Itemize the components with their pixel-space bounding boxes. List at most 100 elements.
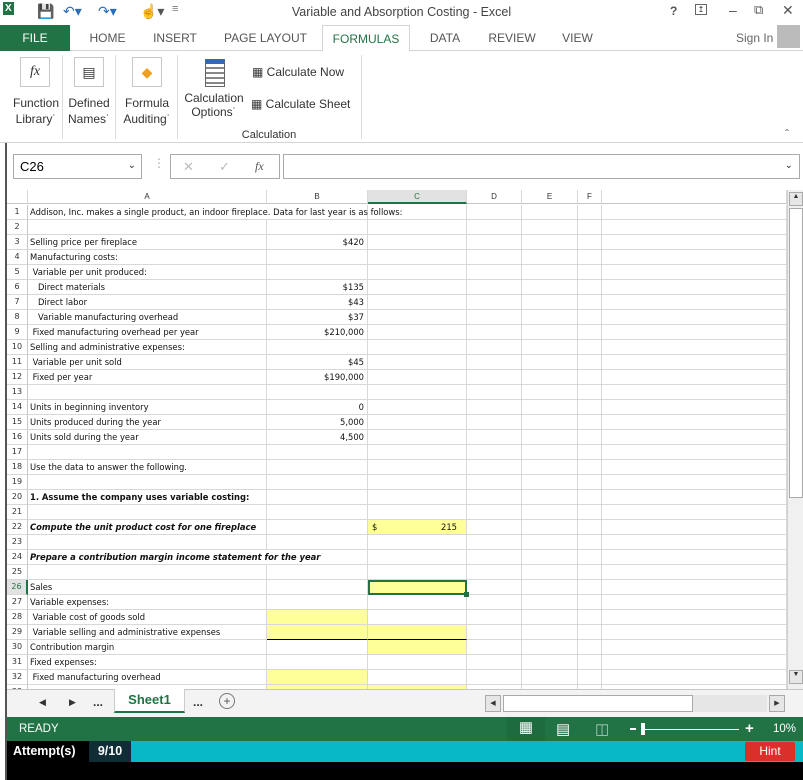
cell-e11[interactable] [522, 355, 578, 370]
cell-c25[interactable] [368, 565, 467, 580]
cell-blank7[interactable] [602, 295, 787, 310]
cell-c27[interactable] [368, 595, 467, 610]
collapse-ribbon-icon[interactable]: ˆ [785, 127, 789, 141]
cell-e32[interactable] [522, 670, 578, 685]
cell-a5[interactable]: Variable per unit produced: [28, 265, 267, 280]
cell-blank5[interactable] [602, 265, 787, 280]
cell-f1[interactable] [578, 205, 602, 220]
vertical-scroll-thumb[interactable] [789, 208, 803, 498]
cell-b25[interactable] [267, 565, 368, 580]
tab-data[interactable]: DATA [420, 25, 470, 51]
cell-e24[interactable] [522, 550, 578, 565]
cell-e6[interactable] [522, 280, 578, 295]
function-icon[interactable]: fx [20, 57, 50, 87]
scroll-right-icon[interactable]: ▶ [769, 695, 785, 712]
cell-blank14[interactable] [602, 400, 787, 415]
cell-e4[interactable] [522, 250, 578, 265]
cell-f3[interactable] [578, 235, 602, 250]
cell-e21[interactable] [522, 505, 578, 520]
cell-f13[interactable] [578, 385, 602, 400]
cell-e25[interactable] [522, 565, 578, 580]
cell-b18[interactable] [267, 460, 368, 475]
next-sheet-icon[interactable]: ▶ [69, 697, 76, 708]
cell-blank13[interactable] [602, 385, 787, 400]
scroll-up-icon[interactable]: ▲ [789, 192, 803, 206]
cell-e8[interactable] [522, 310, 578, 325]
horizontal-scroll-thumb[interactable] [503, 695, 693, 712]
cell-f27[interactable] [578, 595, 602, 610]
row-header[interactable]: 7 [7, 295, 28, 310]
cell-b12[interactable]: $190,000 [267, 370, 368, 385]
cell-d7[interactable] [467, 295, 522, 310]
cell-blank6[interactable] [602, 280, 787, 295]
cell-a13[interactable] [28, 385, 267, 400]
row-header[interactable]: 11 [7, 355, 28, 370]
cell-f14[interactable] [578, 400, 602, 415]
cell-c14[interactable] [368, 400, 467, 415]
cell-d6[interactable] [467, 280, 522, 295]
select-all-corner[interactable] [7, 190, 28, 204]
cell-blank24[interactable] [602, 550, 787, 565]
cell-c22[interactable]: $215 [368, 520, 467, 535]
cell-a27[interactable]: Variable expenses: [28, 595, 267, 610]
cell-a15[interactable]: Units produced during the year [28, 415, 267, 430]
row-header[interactable]: 2 [7, 220, 28, 235]
cell-c5[interactable] [368, 265, 467, 280]
cell-c28[interactable] [368, 610, 467, 625]
cell-blank2[interactable] [602, 220, 787, 235]
cell-a29[interactable]: Variable selling and administrative expe… [28, 625, 267, 640]
row-header[interactable]: 16 [7, 430, 28, 445]
normal-view-icon[interactable]: ▦ [507, 717, 545, 741]
cell-blank31[interactable] [602, 655, 787, 670]
cell-blank3[interactable] [602, 235, 787, 250]
cell-d2[interactable] [467, 220, 522, 235]
cell-c3[interactable] [368, 235, 467, 250]
row-header[interactable]: 4 [7, 250, 28, 265]
cell-c8[interactable] [368, 310, 467, 325]
restore-icon[interactable]: ⧉ [754, 2, 763, 18]
cell-a28[interactable]: Variable cost of goods sold [28, 610, 267, 625]
row-header[interactable]: 28 [7, 610, 28, 625]
column-header-f[interactable]: F [578, 190, 602, 204]
cell-blank32[interactable] [602, 670, 787, 685]
cell-e14[interactable] [522, 400, 578, 415]
cell-f12[interactable] [578, 370, 602, 385]
row-header[interactable]: 15 [7, 415, 28, 430]
cell-blank28[interactable] [602, 610, 787, 625]
zoom-slider[interactable] [641, 729, 739, 730]
scroll-left-icon[interactable]: ◀ [485, 695, 501, 712]
cell-a32[interactable]: Fixed manufacturing overhead [28, 670, 267, 685]
cell-b4[interactable] [267, 250, 368, 265]
cell-e23[interactable] [522, 535, 578, 550]
cell-blank4[interactable] [602, 250, 787, 265]
cell-c7[interactable] [368, 295, 467, 310]
cell-c12[interactable] [368, 370, 467, 385]
cell-c15[interactable] [368, 415, 467, 430]
minimize-icon[interactable]: – [729, 2, 737, 18]
column-header-a[interactable]: A [28, 190, 267, 204]
calculation-options-icon[interactable] [205, 59, 225, 87]
cell-f8[interactable] [578, 310, 602, 325]
row-header[interactable]: 12 [7, 370, 28, 385]
cell-d26[interactable] [467, 580, 522, 595]
fill-handle[interactable] [464, 592, 469, 597]
cell-b13[interactable] [267, 385, 368, 400]
cell-b9[interactable]: $210,000 [267, 325, 368, 340]
cell-e22[interactable] [522, 520, 578, 535]
row-header[interactable]: 13 [7, 385, 28, 400]
cell-e2[interactable] [522, 220, 578, 235]
cell-d16[interactable] [467, 430, 522, 445]
cell-f26[interactable] [578, 580, 602, 595]
cell-b8[interactable]: $37 [267, 310, 368, 325]
cell-c2[interactable] [368, 220, 467, 235]
cell-blank15[interactable] [602, 415, 787, 430]
name-box[interactable]: C26 ⌄ [13, 154, 142, 179]
row-header[interactable]: 3 [7, 235, 28, 250]
scroll-down-icon[interactable]: ▼ [789, 670, 803, 684]
cell-e7[interactable] [522, 295, 578, 310]
row-header[interactable]: 29 [7, 625, 28, 640]
cell-d25[interactable] [467, 565, 522, 580]
chevron-down-icon[interactable]: ⌄ [128, 160, 136, 171]
tab-view[interactable]: VIEW [555, 25, 600, 51]
tab-sheet1[interactable]: Sheet1 [114, 689, 185, 713]
